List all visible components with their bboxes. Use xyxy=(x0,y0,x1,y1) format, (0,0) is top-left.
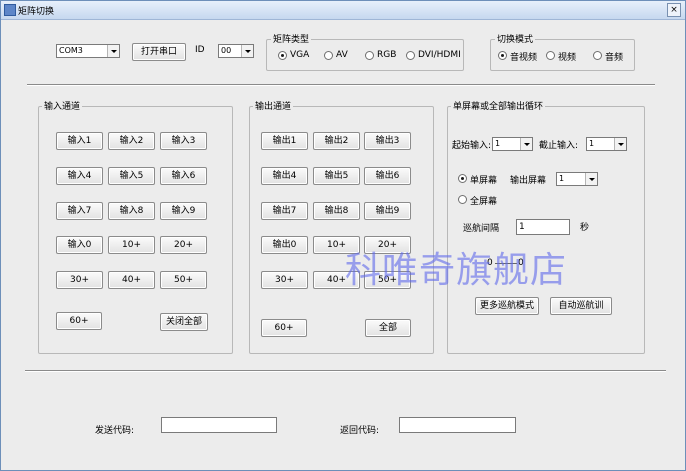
input-channel-button[interactable]: 30+ xyxy=(56,271,103,289)
output-channel-button[interactable]: 输出8 xyxy=(313,202,360,220)
id-value: 00 xyxy=(221,46,232,55)
bottom-divider xyxy=(25,370,666,372)
matrix-type-radio-2[interactable] xyxy=(365,51,374,60)
return-code-label: 返回代码: xyxy=(340,426,380,436)
input-channel-button[interactable]: 输入2 xyxy=(108,132,155,150)
end-input-combo[interactable]: 1 xyxy=(586,137,627,151)
cycle-group-label: 单屏幕或全部输出循环 xyxy=(451,99,546,112)
output-screen-combo[interactable]: 1 xyxy=(556,172,598,186)
input-channel-button[interactable]: 输入3 xyxy=(160,132,207,150)
app-icon xyxy=(4,4,16,16)
output-channel-button[interactable]: 输出4 xyxy=(261,167,308,185)
output-channel-button[interactable]: 输出2 xyxy=(313,132,360,150)
matrix-type-radio-1[interactable] xyxy=(324,51,333,60)
matrix-type-option-label: RGB xyxy=(377,50,397,60)
switch-mode-radio-0[interactable] xyxy=(498,51,507,60)
start-input-label: 起始输入: xyxy=(452,141,492,151)
seconds-unit-label: 秒 xyxy=(580,223,590,233)
close-all-button[interactable]: 关闭全部 xyxy=(160,313,208,331)
output-channel-label: 输出通道 xyxy=(253,99,294,112)
input-60plus-button[interactable]: 60+ xyxy=(56,312,102,330)
output-channel-button[interactable]: 30+ xyxy=(261,271,308,289)
start-input-value: 1 xyxy=(495,139,501,148)
input-channel-button[interactable]: 20+ xyxy=(160,236,207,254)
switch-mode-option-label: 音频 xyxy=(605,53,624,63)
matrix-type-option-label: VGA xyxy=(290,50,310,60)
top-divider xyxy=(27,84,655,86)
auto-cruise-button[interactable]: 自动巡航训 xyxy=(550,297,612,315)
output-channel-button[interactable]: 输出7 xyxy=(261,202,308,220)
chevron-down-icon[interactable] xyxy=(107,45,119,57)
output-screen-value: 1 xyxy=(559,174,565,183)
end-input-label: 截止输入: xyxy=(539,141,579,151)
output-60plus-button[interactable]: 60+ xyxy=(261,319,307,337)
end-input-value: 1 xyxy=(589,139,595,148)
cruise-interval-input[interactable]: 1 xyxy=(516,219,570,235)
more-cruise-mode-button[interactable]: 更多巡航模式 xyxy=(475,297,539,315)
input-channel-button[interactable]: 50+ xyxy=(160,271,207,289)
output-channel-button[interactable]: 输出0 xyxy=(261,236,308,254)
single-screen-radio[interactable] xyxy=(458,174,467,183)
switch-mode-option-label: 音视频 xyxy=(510,53,538,63)
output-screen-label: 输出屏幕 xyxy=(510,176,547,186)
start-input-combo[interactable]: 1 xyxy=(492,137,533,151)
chevron-down-icon[interactable] xyxy=(520,138,532,150)
title-bar: 矩阵切换 × xyxy=(1,1,685,20)
id-combo[interactable]: 00 xyxy=(218,44,254,58)
output-channel-button[interactable]: 输出1 xyxy=(261,132,308,150)
input-channel-label: 输入通道 xyxy=(42,99,83,112)
close-icon[interactable]: × xyxy=(667,3,681,17)
full-screen-radio[interactable] xyxy=(458,195,467,204)
input-channel-button[interactable]: 输入1 xyxy=(56,132,103,150)
chevron-down-icon[interactable] xyxy=(585,173,597,185)
send-code-label: 发送代码: xyxy=(95,426,135,436)
input-channel-button[interactable]: 输入0 xyxy=(56,236,103,254)
com-port-combo[interactable]: COM3 xyxy=(56,44,120,58)
full-screen-label: 全屏幕 xyxy=(470,197,498,207)
single-screen-label: 单屏幕 xyxy=(470,176,498,186)
input-channel-button[interactable]: 40+ xyxy=(108,271,155,289)
switch-mode-option-label: 视频 xyxy=(558,53,577,63)
input-channel-button[interactable]: 输入6 xyxy=(160,167,207,185)
input-channel-button[interactable]: 10+ xyxy=(108,236,155,254)
window-title: 矩阵切换 xyxy=(18,7,55,17)
id-label: ID xyxy=(195,45,205,55)
matrix-type-option-label: AV xyxy=(336,50,348,60)
matrix-type-radio-0[interactable] xyxy=(278,51,287,60)
input-channel-button[interactable]: 输入7 xyxy=(56,202,103,220)
input-channel-button[interactable]: 输入4 xyxy=(56,167,103,185)
send-code-field[interactable] xyxy=(161,417,277,433)
matrix-type-radio-3[interactable] xyxy=(406,51,415,60)
switch-mode-radio-1[interactable] xyxy=(546,51,555,60)
output-channel-button[interactable]: 输出3 xyxy=(364,132,411,150)
output-channel-button[interactable]: 输出6 xyxy=(364,167,411,185)
main-window: 矩阵切换 × COM3 打开串口 ID 00 矩阵类型 VGA AV RGB DVI/… xyxy=(0,0,686,471)
output-channel-button[interactable]: 输出9 xyxy=(364,202,411,220)
chevron-down-icon[interactable] xyxy=(614,138,626,150)
com-port-value: COM3 xyxy=(59,46,83,55)
matrix-type-option-label: DVI/HDMI xyxy=(418,50,461,60)
input-channel-button[interactable]: 输入5 xyxy=(108,167,155,185)
output-all-button[interactable]: 全部 xyxy=(365,319,411,337)
output-channel-button[interactable]: 输出5 xyxy=(313,167,360,185)
switch-mode-label: 切换模式 xyxy=(495,32,536,45)
switch-mode-radio-2[interactable] xyxy=(593,51,602,60)
watermark-text: 科唯奇旗舰店 xyxy=(345,250,568,291)
open-port-button[interactable]: 打开串口 xyxy=(132,43,186,61)
chevron-down-icon[interactable] xyxy=(241,45,253,57)
matrix-type-label: 矩阵类型 xyxy=(271,32,312,45)
cruise-interval-label: 巡航间隔 xyxy=(463,224,500,234)
return-code-field[interactable] xyxy=(399,417,516,433)
input-channel-button[interactable]: 输入9 xyxy=(160,202,207,220)
input-channel-button[interactable]: 输入8 xyxy=(108,202,155,220)
